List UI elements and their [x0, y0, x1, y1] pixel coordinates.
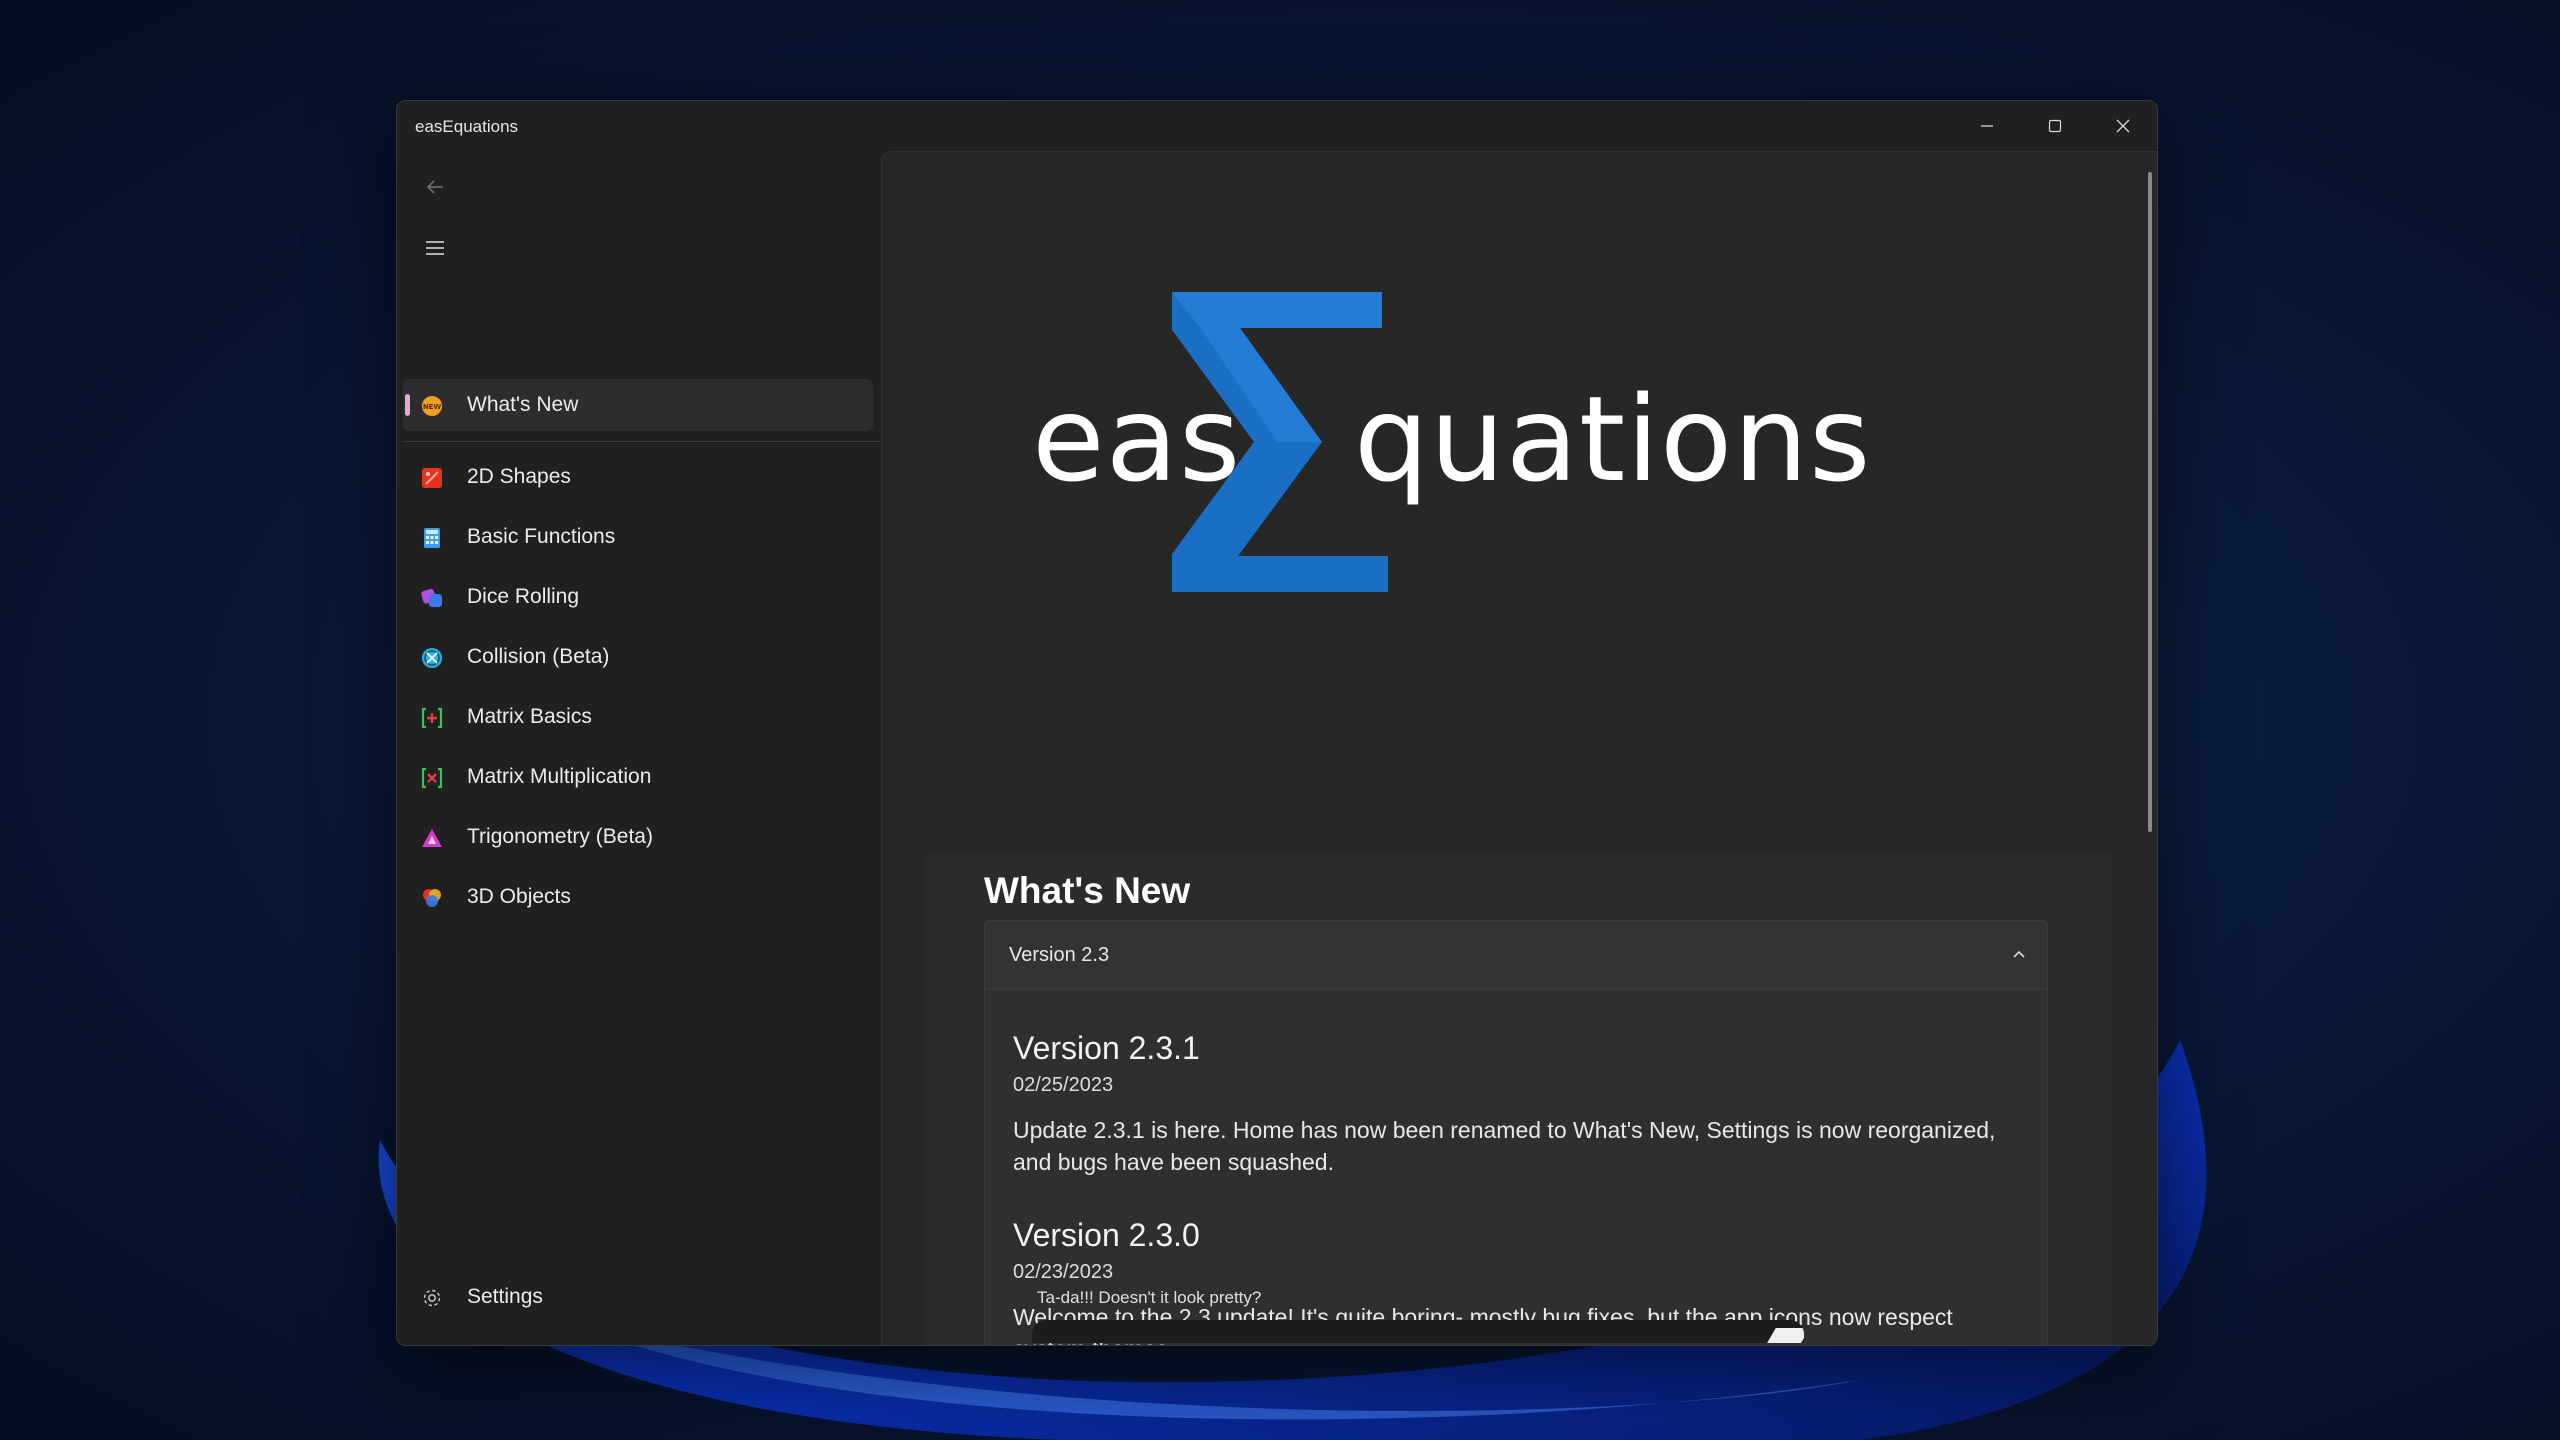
svg-text:NEW: NEW [423, 403, 442, 411]
nav-item-2d-shapes[interactable]: 2D Shapes [403, 451, 873, 503]
nav-label: What's New [467, 393, 579, 416]
nav-divider [403, 441, 879, 442]
matrix-times-icon [421, 767, 443, 789]
nav-item-collision[interactable]: Collision (Beta) [403, 631, 873, 683]
nav-label: Trigonometry (Beta) [467, 825, 653, 848]
selection-indicator [405, 394, 410, 416]
title-bar[interactable]: easEquations [397, 101, 2157, 151]
expander-label: Version 2.3 [1009, 944, 1110, 966]
hamburger-icon [426, 241, 444, 255]
maximize-button[interactable] [2021, 101, 2089, 151]
whats-new-card: What's New Version 2.3 Version 2.3.1 02/… [924, 852, 2112, 1345]
triangle-icon [422, 829, 442, 847]
new-badge-icon: NEW [422, 396, 442, 416]
section-title: What's New [984, 870, 1191, 911]
vertical-scrollbar[interactable] [2148, 172, 2152, 832]
close-button[interactable] [2089, 101, 2157, 151]
collision-icon [422, 648, 442, 668]
close-icon [2116, 119, 2130, 133]
nav-item-3d-objects[interactable]: 3D Objects [403, 871, 873, 923]
nav-label: Collision (Beta) [467, 645, 610, 668]
preview-highlight [1764, 1328, 1804, 1343]
version-expander-header[interactable]: Version 2.3 [984, 920, 2048, 990]
window-title: easEquations [415, 117, 519, 136]
nav-label: Matrix Multiplication [467, 765, 652, 788]
nav-item-dice-rolling[interactable]: Dice Rolling [403, 571, 873, 623]
matrix-plus-icon [421, 707, 443, 729]
logo-text-right: quations [1354, 370, 1872, 508]
nav-item-trigonometry[interactable]: Trigonometry (Beta) [403, 811, 873, 863]
cube-icon [423, 889, 441, 907]
version-title: Version 2.3.1 [1013, 1030, 1200, 1066]
nav-label: 2D Shapes [467, 465, 571, 488]
nav-label: Basic Functions [467, 525, 616, 548]
version-notes: Update 2.3.1 is here. Home has now been … [1013, 1117, 1996, 1175]
nav-item-matrix-multiplication[interactable]: Matrix Multiplication [403, 751, 873, 803]
nav-label: Matrix Basics [467, 705, 592, 728]
menu-toggle-button[interactable] [415, 231, 455, 265]
minimize-button[interactable] [1953, 101, 2021, 151]
version-date: 02/23/2023 [1013, 1261, 1114, 1283]
chevron-up-icon [2013, 950, 2025, 958]
nav-item-whats-new[interactable]: NEW What's New [403, 379, 873, 431]
navigation-pane: NEW What's New 2D Shapes Basic Functions… [397, 151, 879, 1345]
minimize-icon [1981, 125, 1993, 127]
nav-label: Dice Rolling [467, 585, 580, 608]
nav-label: Settings [467, 1285, 543, 1308]
nav-item-basic-functions[interactable]: Basic Functions [403, 511, 873, 563]
app-window: easEquations NEW What's New 2D Shapes Ba… [396, 100, 2158, 1346]
back-arrow-icon [426, 180, 443, 194]
content-frame: eas quations What's New Version 2.3 Vers… [881, 151, 2157, 1345]
dice-icon [421, 589, 442, 607]
version-title: Version 2.3.0 [1013, 1217, 1200, 1253]
screenshot-preview-image [1032, 1320, 1804, 1343]
nav-label: 3D Objects [467, 885, 571, 908]
back-button[interactable] [415, 171, 455, 203]
maximize-icon [2048, 119, 2062, 133]
shapes-icon [422, 468, 442, 488]
nav-item-settings[interactable]: Settings [403, 1271, 873, 1323]
nav-item-matrix-basics[interactable]: Matrix Basics [403, 691, 873, 743]
gear-icon [423, 1289, 441, 1307]
version-date: 02/25/2023 [1013, 1074, 1114, 1096]
calculator-icon [424, 528, 440, 548]
image-caption: Ta-da!!! Doesn't it look pretty? [1037, 1288, 1262, 1307]
app-logo: eas quations [1032, 292, 1892, 612]
